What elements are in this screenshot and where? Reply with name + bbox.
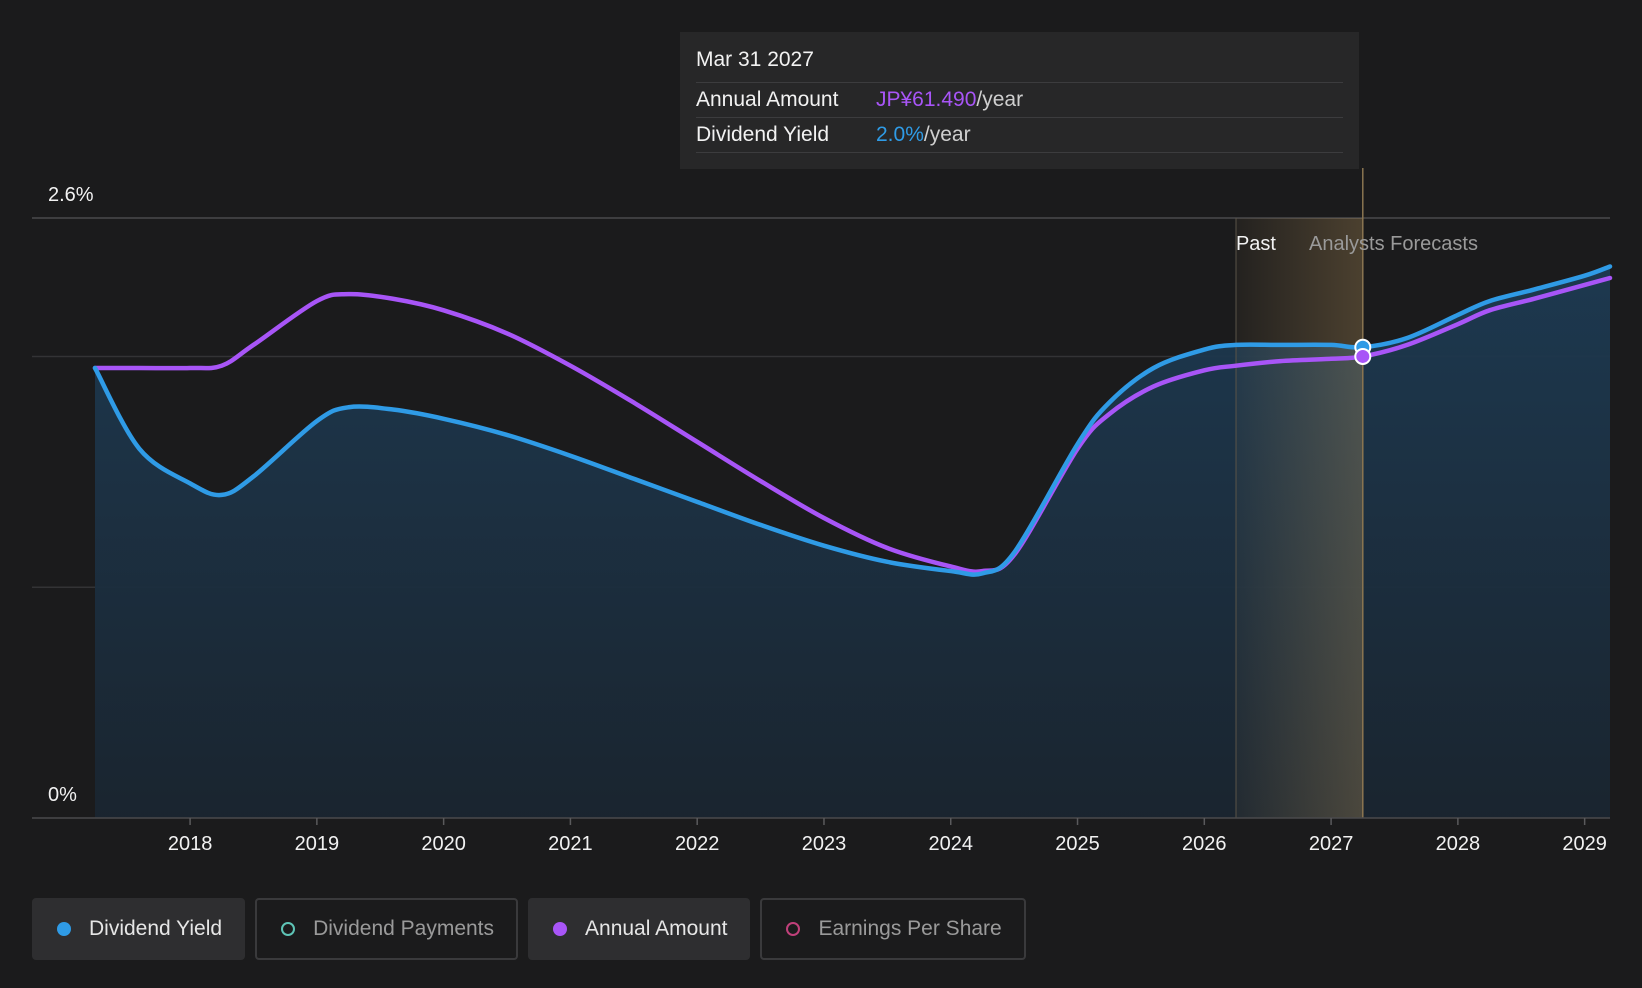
legend: Dividend Yield Dividend Payments Annual … bbox=[32, 898, 1026, 960]
y-tick-label-top: 2.6% bbox=[48, 184, 94, 206]
tooltip-row-dividend-yield: Dividend Yield 2.0%/year bbox=[696, 118, 1343, 153]
x-tick-label: 2021 bbox=[548, 833, 593, 855]
hover-tooltip: Mar 31 2027 Annual Amount JP¥61.490/year… bbox=[680, 32, 1359, 169]
earnings-per-share-ring-icon bbox=[786, 922, 801, 936]
x-tick-label: 2026 bbox=[1182, 833, 1227, 855]
legend-dividend-payments-button[interactable]: Dividend Payments bbox=[255, 898, 519, 960]
legend-label: Dividend Yield bbox=[89, 917, 223, 940]
x-tick-label: 2020 bbox=[421, 833, 466, 855]
legend-earnings-per-share-button[interactable]: Earnings Per Share bbox=[760, 898, 1026, 960]
dividend-payments-ring-icon bbox=[281, 922, 296, 936]
legend-dividend-yield-button[interactable]: Dividend Yield bbox=[32, 898, 246, 960]
tooltip-unit: /year bbox=[923, 123, 971, 146]
dividend-yield-dot-icon bbox=[57, 922, 71, 936]
x-tick-label: 2022 bbox=[675, 833, 720, 855]
y-tick-label-bottom: 0% bbox=[48, 784, 77, 806]
series-area bbox=[95, 266, 1610, 818]
tooltip-label: Dividend Yield bbox=[696, 123, 830, 146]
x-tick-label: 2029 bbox=[1562, 833, 1607, 855]
past-label: Past bbox=[1236, 233, 1276, 255]
tooltip-value: JP¥61.490 bbox=[876, 88, 977, 111]
past-band bbox=[1236, 218, 1363, 818]
legend-annual-amount-button[interactable]: Annual Amount bbox=[528, 898, 751, 960]
x-tick-label: 2025 bbox=[1055, 833, 1100, 855]
x-tick-label: 2019 bbox=[295, 833, 340, 855]
x-tick-label: 2027 bbox=[1309, 833, 1354, 855]
past-region bbox=[1235, 168, 1364, 818]
x-axis: 2018 2019 2020 2021 2022 2023 2024 2025 2026 2027… bbox=[32, 817, 1610, 855]
tooltip-unit: /year bbox=[976, 88, 1024, 111]
annual-amount-dot-icon bbox=[553, 922, 568, 936]
tooltip-value: 2.0% bbox=[876, 123, 924, 146]
area-fill bbox=[95, 266, 1610, 818]
legend-label: Earnings Per Share bbox=[818, 917, 1002, 940]
highlight-point bbox=[1354, 347, 1372, 365]
legend-label: Annual Amount bbox=[585, 917, 728, 940]
highlight-markers bbox=[1354, 338, 1372, 365]
tooltip-date: Mar 31 2027 bbox=[696, 46, 1343, 83]
tooltip-row-annual-amount: Annual Amount JP¥61.490/year bbox=[696, 83, 1343, 118]
forecast-label: Analysts Forecasts bbox=[1309, 233, 1478, 255]
x-tick-label: 2023 bbox=[802, 833, 847, 855]
x-tick-label: 2018 bbox=[168, 833, 213, 855]
x-tick-label: 2024 bbox=[929, 833, 974, 855]
x-tick-label: 2028 bbox=[1436, 833, 1481, 855]
legend-label: Dividend Payments bbox=[313, 917, 495, 940]
tooltip-label: Annual Amount bbox=[696, 88, 839, 111]
